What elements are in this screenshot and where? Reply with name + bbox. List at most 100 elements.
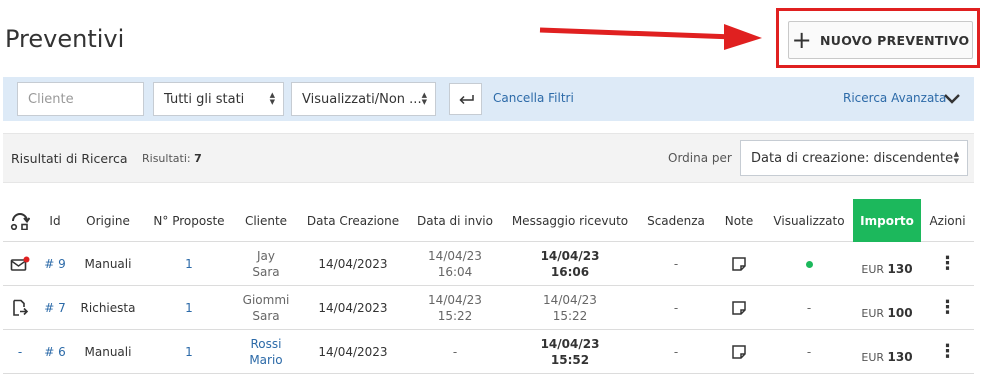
row-amount: EUR 130	[853, 330, 921, 374]
row-created: 14/04/2023	[318, 257, 388, 271]
row-actions-menu[interactable]: ⋮	[921, 242, 974, 286]
client-name: Sara	[252, 309, 280, 323]
advanced-search-link[interactable]: Ricerca Avanzata	[843, 91, 946, 105]
client-surname: Jay	[257, 249, 275, 263]
order-by-select[interactable]: Data di creazione: discendente ▲ ▼	[740, 140, 968, 176]
column-header-notes[interactable]: Note	[713, 199, 765, 242]
note-icon[interactable]	[713, 286, 765, 330]
order-by-value: Data di creazione: discendente	[751, 150, 954, 166]
row-id-link[interactable]: # 7	[37, 286, 73, 330]
plus-icon: +	[791, 26, 812, 54]
client-surname: Giommi	[242, 293, 290, 307]
currency: EUR	[861, 306, 885, 320]
row-id-link[interactable]: # 9	[37, 242, 73, 286]
row-amount: EUR 130	[853, 242, 921, 286]
viewed-select-value: Visualizzati/Non ...	[302, 91, 422, 107]
currency: EUR	[861, 350, 885, 364]
column-header-created[interactable]: Data Creazione	[297, 199, 409, 242]
client-name: Sara	[252, 265, 280, 279]
row-client: Giommi Sara	[235, 286, 297, 330]
row-client-link[interactable]: Rossi Mario	[235, 330, 297, 374]
page-title: Preventivi	[5, 25, 125, 53]
column-header-viewed[interactable]: Visualizzato	[765, 199, 853, 242]
more-vertical-icon[interactable]: ⋮	[939, 255, 957, 273]
row-origin: Manuali	[84, 257, 132, 271]
row-origin: Richiesta	[80, 301, 136, 315]
table-row[interactable]: # 7 Richiesta 1 Giommi Sara 14/04/2023 1…	[3, 286, 974, 330]
row-deadline: -	[673, 301, 679, 315]
row-sent: 14/04/23 16:04	[409, 242, 501, 286]
received-time: 15:22	[552, 309, 588, 323]
received-time: 16:06	[550, 265, 590, 279]
sent-time: 15:22	[437, 309, 473, 323]
status-select[interactable]: Tutti gli stati ▲ ▼	[153, 82, 284, 116]
status-column-icon[interactable]	[3, 199, 37, 242]
client-filter-input[interactable]: Cliente	[17, 82, 144, 116]
row-proposals-link[interactable]: 1	[143, 242, 235, 286]
sent-time: 16:04	[437, 265, 473, 279]
received-date: 14/04/23	[543, 293, 597, 307]
select-arrows-icon: ▲ ▼	[421, 91, 427, 106]
chevron-down-icon[interactable]	[943, 88, 961, 108]
row-proposals-link[interactable]: 1	[143, 286, 235, 330]
viewed-indicator	[765, 242, 853, 286]
row-deadline: -	[673, 345, 679, 359]
row-received: 14/04/23 16:06	[501, 242, 639, 286]
row-created: 14/04/2023	[318, 301, 388, 315]
annotation-arrow	[539, 24, 762, 50]
status-select-value: Tutti gli stati	[164, 91, 245, 107]
cancel-filters-link[interactable]: Cancella Filtri	[493, 91, 574, 105]
column-header-deadline[interactable]: Scadenza	[639, 199, 713, 242]
row-amount: EUR 100	[853, 286, 921, 330]
new-quote-label: NUOVO PREVENTIVO	[820, 32, 970, 48]
envelope-alert-icon	[3, 242, 37, 286]
table-row[interactable]: - # 6 Manuali 1 Rossi Mario 14/04/2023 -…	[3, 330, 974, 374]
client-name[interactable]: Mario	[249, 352, 282, 368]
return-arrow-icon	[458, 95, 474, 105]
note-icon[interactable]	[713, 330, 765, 374]
viewed-select[interactable]: Visualizzati/Non ... ▲ ▼	[291, 82, 436, 116]
row-sent: -	[452, 345, 458, 359]
results-count-label: Risultati:	[142, 152, 191, 165]
order-by-label: Ordina per	[668, 151, 732, 165]
column-header-proposals[interactable]: N° Proposte	[143, 199, 235, 242]
select-arrows-icon: ▲ ▼	[269, 91, 275, 106]
select-arrows-icon: ▲ ▼	[953, 150, 959, 165]
results-count-value: 7	[194, 152, 202, 165]
column-header-amount[interactable]: Importo	[853, 199, 921, 242]
amount-value: 130	[887, 349, 913, 364]
column-header-client[interactable]: Cliente	[235, 199, 297, 242]
sent-date: 14/04/23	[428, 293, 482, 307]
document-send-icon	[3, 286, 37, 330]
column-header-origin[interactable]: Origine	[73, 199, 143, 242]
row-id-link[interactable]: # 6	[37, 330, 73, 374]
results-label: Risultati di Ricerca	[11, 151, 128, 166]
column-header-sent[interactable]: Data di invio	[409, 199, 501, 242]
table-row[interactable]: # 9 Manuali 1 Jay Sara 14/04/2023 14/04/…	[3, 242, 974, 286]
column-header-id[interactable]: Id	[37, 199, 73, 242]
amount-value: 130	[887, 261, 913, 276]
new-quote-button[interactable]: + NUOVO PREVENTIVO	[788, 21, 973, 59]
reset-filters-button[interactable]	[449, 83, 482, 115]
more-vertical-icon[interactable]: ⋮	[939, 299, 957, 317]
table-header: Id Origine N° Proposte Cliente Data Crea…	[3, 199, 974, 242]
received-date: 14/04/23	[540, 249, 600, 263]
row-received: 14/04/23 15:22	[501, 286, 639, 330]
client-surname[interactable]: Rossi	[251, 336, 282, 352]
column-header-actions: Azioni	[929, 213, 966, 228]
more-vertical-icon[interactable]: ⋮	[939, 343, 957, 361]
viewed-indicator: -	[806, 345, 812, 359]
row-actions-menu[interactable]: ⋮	[921, 330, 974, 374]
quotes-table: Id Origine N° Proposte Cliente Data Crea…	[3, 199, 974, 374]
viewed-dot-icon	[805, 260, 813, 268]
row-origin: Manuali	[84, 345, 132, 359]
row-proposals-link[interactable]: 1	[143, 330, 235, 374]
sent-date: 14/04/23	[428, 249, 482, 263]
row-actions-menu[interactable]: ⋮	[921, 286, 974, 330]
currency: EUR	[861, 262, 885, 276]
row-client: Jay Sara	[235, 242, 297, 286]
note-icon[interactable]	[713, 242, 765, 286]
column-header-received[interactable]: Messaggio ricevuto	[501, 199, 639, 242]
amount-value: 100	[887, 305, 913, 320]
results-bar: Risultati di Ricerca Risultati: 7 Ordina…	[3, 133, 974, 183]
